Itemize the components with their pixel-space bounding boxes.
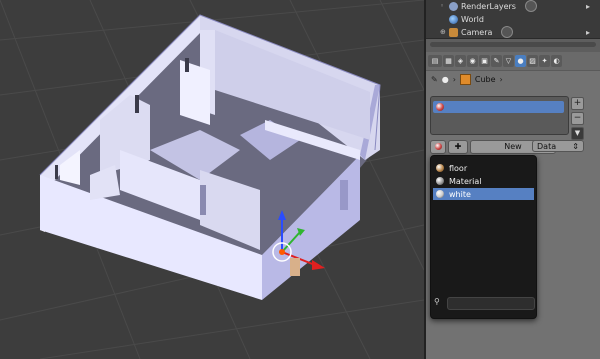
- material-option-material[interactable]: Material: [433, 175, 534, 187]
- search-icon: ⚲: [434, 297, 440, 306]
- link-data-value: Data: [537, 141, 557, 151]
- material-ball-icon: [436, 190, 444, 198]
- visibility-icon[interactable]: ▸: [586, 28, 592, 37]
- particles-tab-icon[interactable]: ✦: [539, 55, 550, 67]
- material-ball-icon: [436, 177, 444, 185]
- material-search-input[interactable]: [447, 297, 535, 310]
- material-slot[interactable]: [433, 101, 564, 113]
- material-option-label: Material: [449, 176, 482, 186]
- object-context-icon: ●: [441, 74, 449, 84]
- outliner-item-renderlayers[interactable]: ◦ RenderLayers: [440, 0, 537, 12]
- camera-data-icon[interactable]: [501, 26, 514, 38]
- render-layers-tab-icon[interactable]: ▦: [443, 55, 454, 67]
- scene-tab-icon[interactable]: ◈: [455, 55, 466, 67]
- outliner-item-label: Camera: [461, 27, 493, 37]
- material-option-label: floor: [449, 163, 468, 173]
- object-tab-icon[interactable]: ▣: [479, 55, 490, 67]
- expand-icon[interactable]: ◦: [440, 2, 446, 10]
- remove-slot-button[interactable]: −: [571, 112, 584, 125]
- chevron-right-icon: ›: [499, 74, 503, 84]
- outliner-item-camera[interactable]: ⊕ Camera: [440, 26, 514, 38]
- outliner-item-label: World: [461, 14, 484, 24]
- new-material-icon[interactable]: ✚: [448, 139, 468, 154]
- properties-tabs: ▤ ▦ ◈ ◉ ▣ ✎ ▽ ● ▨ ✦ ◐: [426, 52, 600, 71]
- add-slot-button[interactable]: +: [571, 97, 584, 110]
- material-option-floor[interactable]: floor: [433, 162, 534, 174]
- browse-material-button[interactable]: [430, 139, 446, 154]
- 3d-viewport[interactable]: [0, 0, 424, 359]
- viewport-scene: [0, 0, 424, 359]
- material-browse-popup: floor Material white ⚲: [430, 155, 537, 319]
- outliner-item-world[interactable]: World: [440, 13, 484, 25]
- material-slot-list[interactable]: [430, 96, 569, 135]
- outliner-item-label: RenderLayers: [461, 1, 516, 11]
- material-ball-icon: [436, 103, 444, 111]
- breadcrumb: ✎ ● › Cube ›: [426, 70, 600, 88]
- slot-menu-button[interactable]: ▼: [571, 127, 584, 140]
- material-ball-icon: [436, 164, 444, 172]
- material-ball-icon: [434, 143, 442, 150]
- link-data-select[interactable]: Data ⇕: [532, 140, 584, 152]
- camera-icon: [449, 27, 458, 37]
- physics-tab-icon[interactable]: ◐: [551, 55, 562, 67]
- material-option-label: white: [449, 189, 471, 199]
- house-model[interactable]: [39, 14, 381, 300]
- modifier-tab-icon[interactable]: ✎: [491, 55, 502, 67]
- world-icon: [449, 14, 458, 24]
- visibility-icon[interactable]: ▸: [586, 2, 592, 11]
- render-layers-icon: [449, 1, 458, 11]
- world-tab-icon[interactable]: ◉: [467, 55, 478, 67]
- chevron-right-icon: ›: [452, 74, 456, 84]
- material-option-white[interactable]: white: [433, 188, 534, 200]
- expand-icon[interactable]: ⊕: [440, 28, 446, 36]
- render-icon[interactable]: [524, 0, 537, 12]
- slot-buttons: + − ▼: [571, 97, 584, 142]
- chevron-updown-icon: ⇕: [572, 141, 579, 151]
- data-tab-icon[interactable]: ▽: [503, 55, 514, 67]
- render-tab-icon[interactable]: ▤: [428, 55, 442, 67]
- scroll-track[interactable]: [430, 42, 596, 47]
- texture-tab-icon[interactable]: ▨: [527, 55, 538, 67]
- area-header[interactable]: [426, 38, 600, 53]
- material-tab-icon[interactable]: ●: [515, 55, 526, 67]
- breadcrumb-object-label: Cube: [474, 74, 496, 84]
- outliner: ◦ RenderLayers World ⊕ Camera ▸ ▸: [426, 0, 600, 38]
- pin-icon[interactable]: ✎: [431, 75, 438, 84]
- cube-icon: [459, 73, 471, 85]
- properties-area: ◦ RenderLayers World ⊕ Camera ▸ ▸ ▤ ▦ ◈ …: [426, 0, 600, 359]
